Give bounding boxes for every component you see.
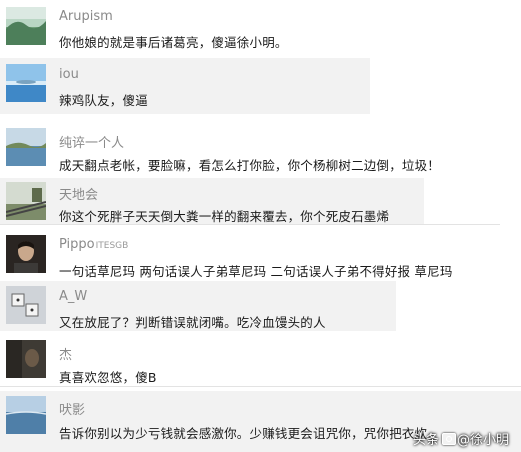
comment-text: 一句话草尼玛 两句话误人子弟草尼玛 二句话误人子弟不得好报 草尼玛 xyxy=(59,264,453,279)
comment-text: 成天翻点老帐，要脸嘛，看怎么打你脸，你个杨柳树二边倒，垃圾！ xyxy=(59,158,441,173)
comment-text: 告诉你别以为少亏钱就会感激你。少赚钱更会诅咒你，咒你把衣炊 xyxy=(59,426,428,441)
comment-text: 辣鸡队友，傻逼 xyxy=(59,93,148,108)
watermark: 头条 @徐小明 xyxy=(413,429,509,448)
comment-item: 纯谇一个人 成天翻点老帐，要脸嘛，看怎么打你脸，你个杨柳树二边倒，垃圾！ xyxy=(0,123,521,178)
dark-photo-avatar-icon[interactable] xyxy=(6,340,46,378)
comment-username[interactable]: 杰 xyxy=(59,344,72,363)
username-main[interactable]: Pippo xyxy=(59,237,95,252)
coast-avatar-icon[interactable] xyxy=(6,128,46,166)
comment-text: 你他娘的就是事后诸葛亮，傻逼徐小明。 xyxy=(59,35,288,50)
comment-item: 天地会 你这个死胖子天天倒大粪一样的翻来覆去，你个死皮石墨烯 xyxy=(0,178,521,224)
comment-username[interactable]: 纯谇一个人 xyxy=(59,132,124,151)
landscape-avatar-icon[interactable] xyxy=(6,7,46,45)
comment-item: iou 辣鸡队友，傻逼 xyxy=(0,58,521,114)
row-divider xyxy=(0,386,521,387)
comment-item: 杰 真喜欢忽悠，傻B xyxy=(0,336,521,386)
comment-username[interactable]: A_W xyxy=(59,289,87,304)
username-suffix: ITESGB xyxy=(95,241,129,251)
comment-username[interactable]: 吠影 xyxy=(59,399,85,418)
rail-avatar-icon[interactable] xyxy=(6,182,46,220)
comment-username[interactable]: PippoITESGB xyxy=(59,237,128,252)
comment-item: A_W 又在放屁了？判断错误就闭嘴。吃冷血馒头的人 xyxy=(0,281,521,331)
comment-text: 真喜欢忽悠，傻B xyxy=(59,370,157,385)
watermark-prefix: 头条 xyxy=(412,433,439,448)
camera-icon xyxy=(441,432,456,445)
watermark-handle: @徐小明 xyxy=(456,433,509,448)
water-avatar-icon[interactable] xyxy=(6,396,46,434)
comment-text: 又在放屁了？判断错误就闭嘴。吃冷血馒头的人 xyxy=(59,315,326,330)
person-photo-avatar-icon[interactable] xyxy=(6,235,46,273)
comment-username[interactable]: 天地会 xyxy=(59,184,98,203)
comment-item: Arupism 你他娘的就是事后诸葛亮，傻逼徐小明。 xyxy=(0,0,521,54)
dice-avatar-icon[interactable] xyxy=(6,286,46,324)
comment-username[interactable]: Arupism xyxy=(59,9,113,24)
sea-sky-avatar-icon[interactable] xyxy=(6,64,46,102)
comment-text: 你这个死胖子天天倒大粪一样的翻来覆去，你个死皮石墨烯 xyxy=(59,209,390,224)
comment-username[interactable]: iou xyxy=(59,67,79,82)
comment-item: PippoITESGB 一句话草尼玛 两句话误人子弟草尼玛 二句话误人子弟不得好… xyxy=(0,231,521,281)
row-divider xyxy=(0,224,500,225)
